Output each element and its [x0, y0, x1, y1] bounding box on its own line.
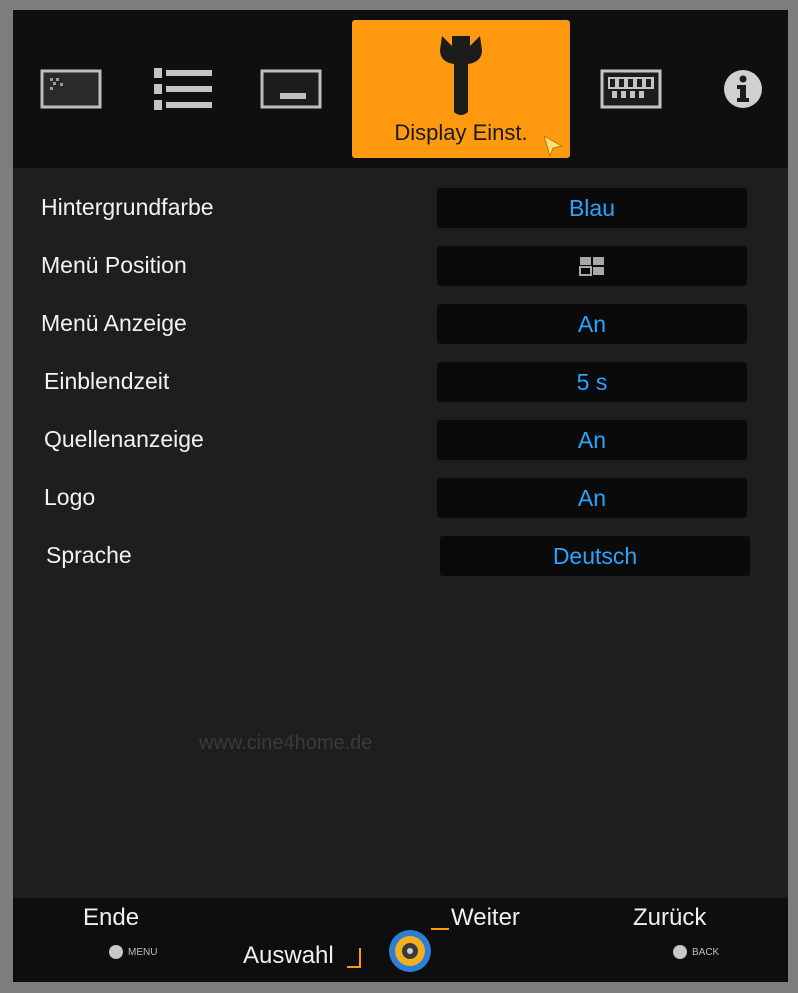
footer-ende-label: Ende [83, 904, 140, 931]
keypad-icon [600, 69, 662, 109]
tab-display-settings[interactable]: Display Einst. [352, 20, 570, 158]
tab-bar: Display Einst. [13, 10, 788, 168]
setting-label: Sprache [46, 542, 132, 568]
setting-label: Menü Position [41, 252, 187, 278]
menu-button-icon [109, 945, 123, 959]
connection-icon [154, 68, 212, 110]
info-icon [724, 70, 762, 108]
menu-position-icon [579, 257, 604, 276]
footer-zurueck-label: Zurück [633, 904, 707, 931]
setting-einblendzeit[interactable]: Einblendzeit 5 s [13, 360, 788, 404]
setting-label: Menü Anzeige [41, 310, 187, 336]
setting-value[interactable]: Blau [437, 188, 747, 228]
setting-menue-anzeige[interactable]: Menü Anzeige An [13, 302, 788, 346]
setting-logo[interactable]: Logo An [13, 476, 788, 520]
menu-key-hint[interactable]: MENU [109, 945, 157, 959]
setting-value[interactable] [437, 246, 747, 286]
watermark: www.cine4home.de [199, 732, 373, 754]
tab-screen[interactable] [251, 10, 331, 168]
setting-sprache[interactable]: Sprache Deutsch [13, 534, 788, 578]
setting-label: Einblendzeit [44, 368, 170, 394]
tab-info[interactable] [703, 10, 783, 168]
footer-weiter-label: Weiter [451, 904, 520, 931]
pointer-cursor-icon [543, 134, 564, 158]
tab-picture[interactable] [31, 10, 111, 168]
connector-line [431, 928, 449, 930]
menu-key-label: MENU [128, 946, 158, 958]
back-button-icon [673, 945, 687, 959]
wrench-icon [440, 36, 482, 115]
tab-keypad[interactable] [591, 10, 671, 168]
footer-bar: Ende MENU Auswahl Weiter Zurück BACK [13, 898, 788, 982]
setting-value[interactable]: 5 s [437, 362, 747, 402]
setting-quellenanzeige[interactable]: Quellenanzeige An [13, 418, 788, 462]
setting-value[interactable]: An [437, 420, 747, 460]
tab-connection[interactable] [141, 10, 221, 168]
back-key-hint[interactable]: BACK [673, 945, 719, 959]
navigation-pad-icon[interactable] [387, 928, 433, 974]
setting-hintergrundfarbe[interactable]: Hintergrundfarbe Blau [13, 186, 788, 230]
back-key-label: BACK [692, 946, 720, 958]
setting-label: Quellenanzeige [44, 426, 204, 452]
setting-value[interactable]: An [437, 304, 747, 344]
setting-menue-position[interactable]: Menü Position [13, 244, 788, 288]
setting-label: Hintergrundfarbe [41, 194, 214, 220]
footer-auswahl-label: Auswahl [243, 942, 334, 969]
setting-value[interactable]: An [437, 478, 747, 518]
setting-value[interactable]: Deutsch [440, 536, 750, 576]
setting-label: Logo [44, 484, 96, 510]
picture-icon [40, 69, 102, 109]
screen-icon [260, 69, 322, 109]
tab-label: Display Einst. [394, 120, 528, 145]
connector-line [359, 948, 361, 968]
osd-screen: Display Einst. Hintergrundfarbe Blau Men… [13, 10, 788, 982]
